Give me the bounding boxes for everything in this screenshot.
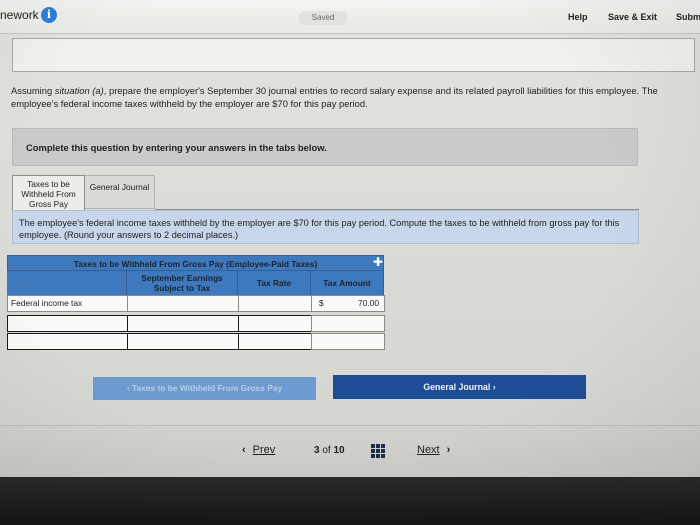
row-label-input[interactable]	[7, 333, 128, 350]
tax-amount-cell: $ 70.00	[311, 295, 385, 312]
tax-rate-input[interactable]	[238, 295, 312, 312]
grid-icon[interactable]	[371, 444, 385, 458]
info-icon[interactable]: i	[41, 7, 57, 23]
tab-taxes-withheld[interactable]: Taxes to be Withheld From Gross Pay	[12, 175, 85, 210]
earnings-input[interactable]	[127, 333, 239, 350]
tab-description-text: The employee's federal income taxes with…	[19, 218, 620, 240]
bottom-bezel	[0, 477, 700, 525]
page-indicator: 3 of 10	[314, 445, 345, 456]
save-exit-button[interactable]: Save & Exit	[608, 12, 657, 22]
column-header-earnings: September Earnings Subject to Tax	[127, 271, 238, 295]
saved-status: Saved	[298, 11, 348, 25]
earnings-input[interactable]	[127, 315, 239, 332]
chevron-left-icon: ‹	[242, 444, 246, 456]
tax-amount-cell	[311, 333, 385, 350]
table-row: Federal income tax $ 70.00	[7, 295, 385, 312]
column-header-label	[7, 271, 127, 295]
chevron-right-icon: ›	[490, 382, 496, 392]
help-button[interactable]: Help	[568, 12, 588, 22]
previous-tab-button[interactable]: ‹ Taxes to be Withheld From Gross Pay	[93, 377, 316, 400]
taxes-table: Taxes to be Withheld From Gross Pay (Emp…	[7, 255, 387, 368]
next-tab-button[interactable]: General Journal ›	[333, 375, 586, 399]
tab-description: The employee's federal income taxes with…	[12, 210, 639, 244]
tax-rate-input[interactable]	[238, 315, 312, 332]
table-row	[7, 333, 385, 350]
table-row	[7, 315, 385, 332]
tax-amount-value: 70.00	[358, 298, 379, 308]
move-cross-icon[interactable]: ✚	[373, 254, 383, 270]
total-pages: 10	[333, 445, 345, 456]
column-header-tax-amount: Tax Amount	[311, 271, 384, 295]
currency-symbol: $	[319, 298, 324, 308]
question-situation: situation (a)	[54, 85, 104, 96]
row-label-cell: Federal income tax	[7, 295, 128, 312]
next-label: Next	[417, 444, 440, 456]
question-rest: , prepare the employer's September 30 jo…	[11, 85, 658, 109]
assignment-title: nework	[0, 8, 39, 22]
next-question-link[interactable]: Next ›	[417, 444, 450, 456]
question-lead: Assuming	[11, 85, 55, 96]
tax-amount-cell	[311, 315, 385, 332]
chevron-right-icon: ›	[446, 444, 451, 456]
current-page: 3	[314, 445, 320, 456]
prev-label: Prev	[252, 444, 276, 456]
pager-bar	[0, 425, 700, 477]
instruction-text: Complete this question by entering your …	[26, 142, 327, 153]
question-text: Assuming situation (a), prepare the empl…	[11, 84, 696, 110]
row-label-input[interactable]	[7, 315, 128, 332]
column-header-tax-rate: Tax Rate	[238, 271, 311, 295]
page-of-label: of	[322, 445, 331, 456]
answer-area	[12, 38, 695, 72]
top-bar: nework i Saved Help Save & Exit Subm	[0, 0, 700, 34]
tax-rate-input[interactable]	[238, 333, 312, 350]
previous-tab-label: Taxes to be Withheld From Gross Pay	[132, 383, 283, 393]
next-tab-label: General Journal	[423, 382, 491, 392]
prev-question-link[interactable]: ‹ Prev	[242, 444, 275, 456]
tab-general-journal[interactable]: General Journal	[85, 175, 155, 209]
earnings-input[interactable]	[127, 295, 239, 312]
table-caption: Taxes to be Withheld From Gross Pay (Emp…	[7, 255, 384, 271]
submit-button[interactable]: Subm	[676, 12, 700, 22]
instruction-bar: Complete this question by entering your …	[12, 128, 638, 166]
